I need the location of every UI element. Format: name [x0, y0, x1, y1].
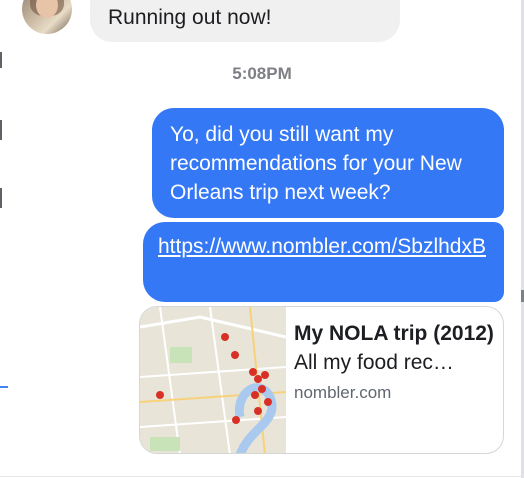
- link-preview-description: All my food rec…: [294, 351, 454, 374]
- bottom-divider: [0, 476, 524, 477]
- focus-indicator: [0, 386, 8, 388]
- link-preview-title: My NOLA trip (2012): [294, 322, 494, 345]
- message-timestamp: 5:08PM: [232, 64, 292, 83]
- contact-avatar[interactable]: [22, 0, 72, 34]
- edge-mark: [0, 120, 2, 140]
- edge-mark: [0, 188, 2, 208]
- link-preview-card[interactable]: My NOLA trip (2012) All my food rec… nom…: [139, 306, 504, 454]
- link-preview-domain: nombler.com: [294, 383, 392, 402]
- outgoing-message-text: Yo, did you still want my recommendation…: [170, 123, 462, 204]
- outgoing-message-bubble[interactable]: Yo, did you still want my recommendation…: [152, 108, 504, 218]
- outgoing-link[interactable]: https://www.nombler.com/SbzlhdxB: [158, 235, 486, 258]
- link-preview-text: My NOLA trip (2012) All my food rec… nom…: [294, 319, 499, 403]
- incoming-message-bubble[interactable]: Running out now!: [90, 0, 400, 42]
- incoming-message-text: Running out now!: [108, 6, 272, 29]
- outgoing-link-bubble[interactable]: https://www.nombler.com/SbzlhdxB: [143, 222, 504, 302]
- map-thumbnail-icon: [140, 307, 286, 453]
